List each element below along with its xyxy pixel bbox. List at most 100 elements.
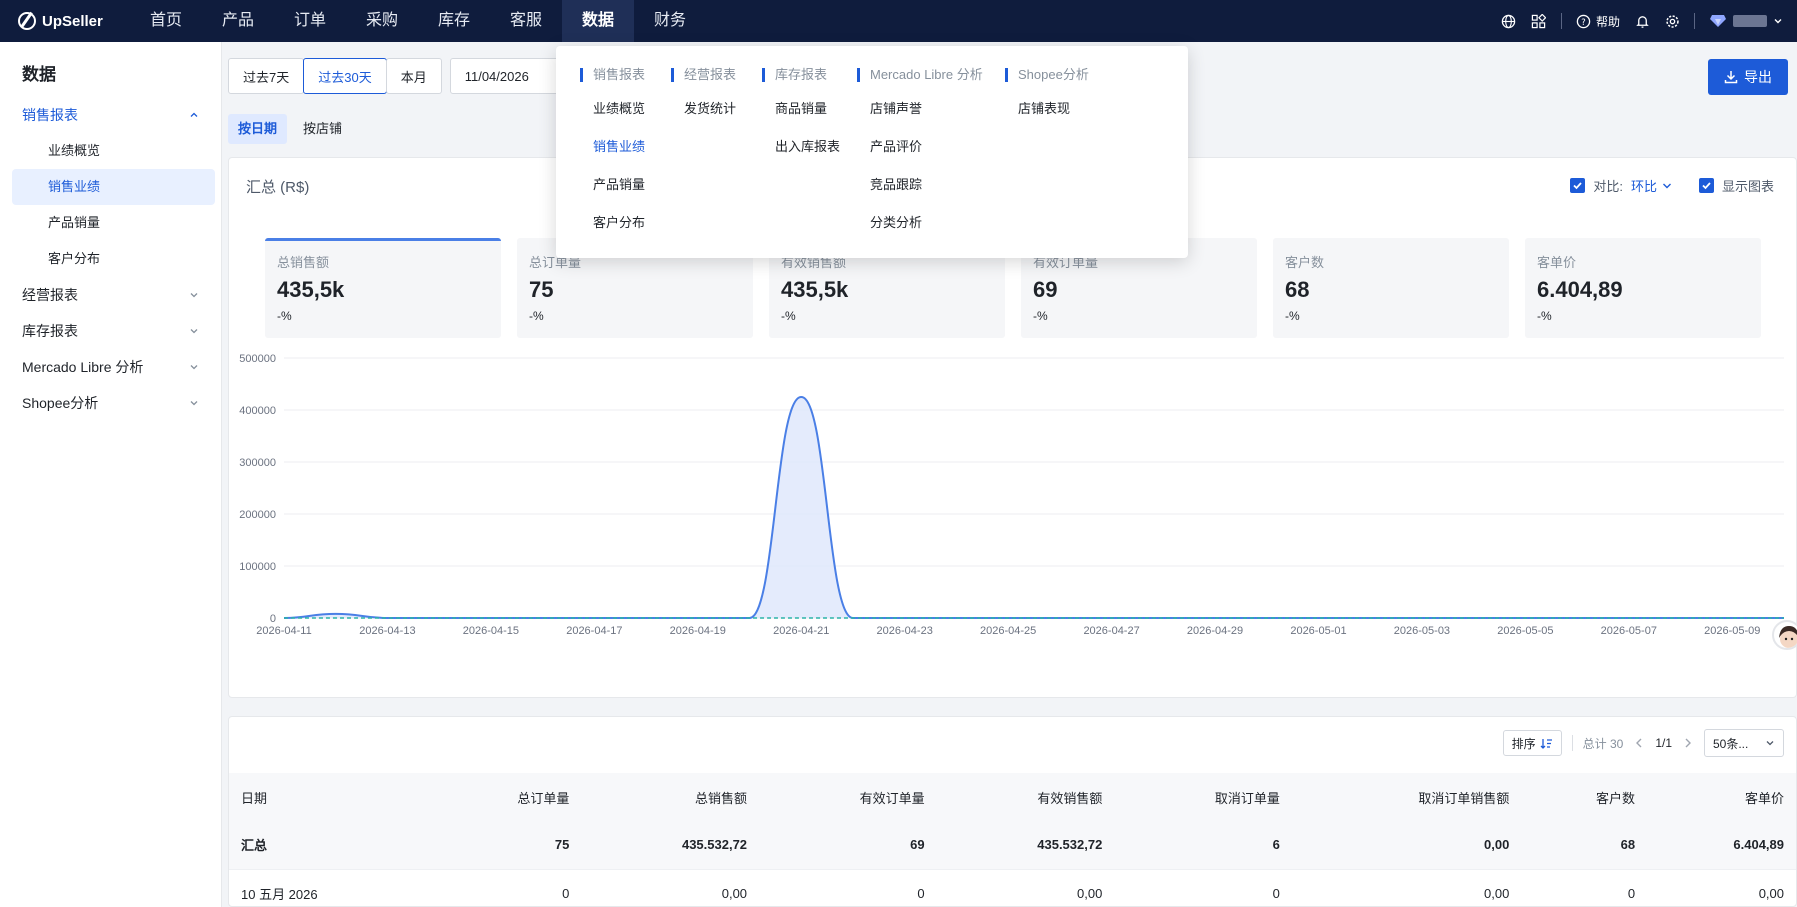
help-button[interactable]: ? 帮助 (1576, 13, 1620, 30)
globe-icon[interactable] (1501, 13, 1517, 29)
x-tick-label: 2026-05-05 (1497, 625, 1553, 637)
show-chart-checkbox[interactable] (1698, 178, 1714, 193)
sidebar-group[interactable]: Shopee分析 (0, 385, 221, 421)
sidebar-item[interactable]: 销售业绩 (12, 169, 215, 205)
table-cell: 6 (1114, 821, 1292, 870)
apps-icon[interactable] (1531, 13, 1547, 29)
chevron-down-icon (190, 365, 198, 370)
account-menu[interactable] (1709, 14, 1783, 28)
nav-item-7[interactable]: 财务 (634, 0, 706, 42)
menu-item[interactable]: 出入库报表 (762, 140, 840, 178)
sidebar-item[interactable]: 产品销量 (12, 205, 215, 241)
menu-item[interactable]: 产品销量 (580, 178, 645, 216)
metric-value: 435,5k (781, 277, 849, 302)
menu-item[interactable]: 产品评价 (857, 140, 983, 178)
sidebar-group[interactable]: 库存报表 (0, 313, 221, 349)
nav-item-3[interactable]: 采购 (346, 0, 418, 42)
x-tick-label: 2026-04-15 (463, 625, 519, 637)
column-header[interactable]: 有效订单量 (759, 773, 937, 821)
account-name (1733, 15, 1767, 27)
x-tick-label: 2026-05-03 (1394, 625, 1450, 637)
menu-item[interactable]: 销售业绩 (580, 140, 645, 178)
menu-item[interactable]: 店铺表现 (1005, 102, 1089, 140)
table-row: 10 五月 2026 0 0,00 0 0,00 0 0,00 0 0,00 (229, 869, 1796, 907)
table-cell: 0 (1114, 869, 1292, 907)
menu-item[interactable]: 商品销量 (762, 102, 840, 140)
column-header[interactable]: 日期 (229, 773, 430, 821)
nav-item-2[interactable]: 订单 (274, 0, 346, 42)
nav-item-6[interactable]: 数据 (562, 0, 634, 42)
range-button[interactable]: 本月 (385, 58, 442, 94)
assistant-avatar[interactable] (1772, 620, 1797, 650)
table-cell: 435.532,72 (581, 821, 760, 870)
nav-item-1[interactable]: 产品 (202, 0, 274, 42)
column-header[interactable]: 总订单量 (429, 773, 582, 821)
sort-button[interactable]: 排序 (1502, 730, 1562, 756)
upseller-logo-icon (18, 12, 36, 30)
gear-icon[interactable] (1664, 13, 1680, 29)
menu-item[interactable]: 店铺声誉 (857, 102, 983, 140)
brand-logo[interactable]: UpSeller (0, 12, 130, 30)
sidebar-item[interactable]: 客户分布 (12, 241, 215, 277)
y-tick-label: 200000 (239, 509, 276, 521)
summary-row: 汇总 75 435.532,72 69 435.532,72 6 0,00 68 6.404,8… (229, 821, 1796, 870)
bell-icon[interactable] (1634, 13, 1650, 29)
compare-select[interactable]: 环比 (1631, 176, 1673, 195)
data-table-panel: 排序 总计 30 1/1 50条... 日期 总订单量 总销售额 有效订单量 有效销售额… (228, 716, 1797, 907)
menu-column-heading: 经营报表 (671, 68, 736, 82)
sidebar-item[interactable]: 业绩概览 (12, 133, 215, 169)
menu-item[interactable]: 发货统计 (671, 102, 736, 140)
nav-item-0[interactable]: 首页 (130, 0, 202, 42)
assistant-face-icon (1779, 626, 1797, 648)
x-tick-label: 2026-04-29 (1187, 625, 1243, 637)
x-tick-label: 2026-04-23 (877, 625, 933, 637)
x-tick-label: 2026-04-11 (256, 625, 311, 637)
table-toolbar: 排序 总计 30 1/1 50条... (1502, 729, 1784, 757)
table-cell: 6.404,89 (1647, 821, 1796, 870)
export-button[interactable]: 导出 (1708, 59, 1788, 95)
export-label: 导出 (1744, 69, 1772, 85)
menu-column-heading: 销售报表 (580, 68, 645, 82)
menu-item[interactable]: 业绩概览 (580, 102, 645, 140)
chevron-right-icon[interactable] (1682, 737, 1694, 749)
menu-column: 销售报表业绩概览 销售业绩 产品销量 客户分布 (580, 68, 645, 254)
sidebar-group[interactable]: Mercado Libre 分析 (0, 349, 221, 385)
compare-label: 对比: (1593, 179, 1623, 194)
chevron-left-icon[interactable] (1633, 737, 1645, 749)
menu-item[interactable]: 分类分析 (857, 216, 983, 254)
column-header[interactable]: 客单价 (1647, 773, 1796, 821)
menu-item[interactable]: 客户分布 (580, 216, 645, 254)
table-cell: 10 五月 2026 (229, 869, 430, 907)
table-cell: 0 (429, 869, 582, 907)
view-tab[interactable]: 按日期 (228, 114, 288, 144)
menu-item[interactable]: 竞品跟踪 (857, 178, 983, 216)
date-range-input[interactable]: 11/04/2026 (449, 58, 560, 94)
nav-item-5[interactable]: 客服 (490, 0, 562, 42)
column-header[interactable]: 取消订单量 (1114, 773, 1292, 821)
table-cell: 75 (429, 821, 582, 870)
sidebar-group[interactable]: 经营报表 (0, 277, 221, 313)
sidebar-group-label: Shopee分析 (22, 395, 99, 411)
metric-delta: -% (529, 309, 544, 323)
column-header[interactable]: 客户数 (1521, 773, 1648, 821)
metric-card[interactable]: 客单价 6.404,89 -% (1525, 238, 1761, 338)
main-nav: 首页 产品 订单 采购 库存 客服 数据 财务 (130, 0, 706, 42)
compare-checkbox[interactable] (1570, 178, 1586, 193)
column-header[interactable]: 总销售额 (581, 773, 760, 821)
sidebar-group[interactable]: 销售报表 (0, 97, 221, 133)
view-tab[interactable]: 按店铺 (293, 114, 352, 144)
metric-card[interactable]: 客户数 68 -% (1273, 238, 1509, 338)
metric-delta: -% (1537, 309, 1552, 323)
nav-item-4[interactable]: 库存 (418, 0, 490, 42)
column-header[interactable]: 有效销售额 (936, 773, 1115, 821)
page-size-select[interactable]: 50条... (1704, 729, 1784, 757)
range-button[interactable]: 过去7天 (228, 58, 305, 94)
column-header[interactable]: 取消订单销售额 (1291, 773, 1522, 821)
range-button[interactable]: 过去30天 (303, 58, 387, 94)
table-cell: 0,00 (581, 869, 760, 907)
compare-value: 环比 (1630, 179, 1657, 194)
sales-chart: 50000040000030000020000010000002026-04-1… (239, 353, 1784, 637)
metric-card[interactable]: 总销售额 435,5k -% (265, 238, 501, 338)
pagination: 1/1 (1633, 736, 1694, 750)
x-tick-label: 2026-05-07 (1601, 625, 1657, 637)
